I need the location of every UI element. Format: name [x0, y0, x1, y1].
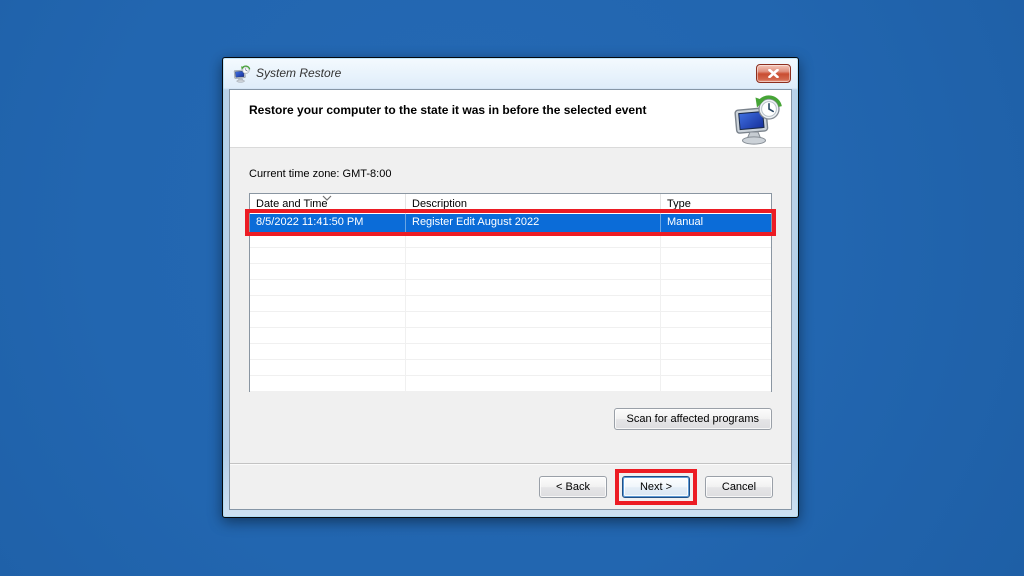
empty-rows [250, 232, 771, 392]
sort-indicator-icon [322, 195, 332, 201]
selected-restore-point-row[interactable]: 8/5/2022 11:41:50 PM Register Edit Augus… [250, 214, 771, 232]
empty-list-row[interactable] [250, 360, 771, 376]
wizard-body: Current time zone: GMT-8:00 Date and Tim… [230, 168, 791, 430]
close-button[interactable] [756, 64, 791, 83]
red-highlight-next-annotation: Next > [615, 469, 697, 505]
scan-affected-programs-button[interactable]: Scan for affected programs [614, 408, 772, 430]
empty-list-row[interactable] [250, 296, 771, 312]
cancel-button[interactable]: Cancel [705, 476, 773, 498]
column-header-type[interactable]: Type [661, 194, 771, 214]
restore-point-date: 8/5/2022 11:41:50 PM [250, 214, 406, 232]
next-button[interactable]: Next > [622, 476, 690, 498]
restore-point-type: Manual [661, 214, 771, 232]
column-header-date-time[interactable]: Date and Time [250, 194, 406, 214]
empty-list-row[interactable] [250, 344, 771, 360]
wizard-header: Restore your computer to the state it wa… [230, 90, 791, 148]
window-title: System Restore [256, 66, 341, 81]
empty-list-row[interactable] [250, 280, 771, 296]
empty-list-row[interactable] [250, 232, 771, 248]
empty-list-row[interactable] [250, 312, 771, 328]
wizard-header-title: Restore your computer to the state it wa… [230, 90, 791, 118]
timezone-label: Current time zone: GMT-8:00 [249, 168, 772, 180]
empty-list-row[interactable] [250, 248, 771, 264]
dialog-client-area: Restore your computer to the state it wa… [229, 89, 792, 510]
desktop: { "window": { "title": "System Restore",… [0, 0, 1024, 576]
restore-points-list[interactable]: Date and Time Description Type 8/5/2022 … [249, 193, 772, 392]
wizard-footer: < Back Next > Cancel [230, 463, 791, 509]
system-restore-dialog: System Restore Restore your computer to … [222, 57, 799, 518]
system-restore-icon [233, 65, 251, 83]
restore-point-description: Register Edit August 2022 [406, 214, 661, 232]
list-header-row: Date and Time Description Type [250, 194, 771, 214]
back-button[interactable]: < Back [539, 476, 607, 498]
empty-list-row[interactable] [250, 264, 771, 280]
empty-list-row[interactable] [250, 376, 771, 392]
scan-button-row: Scan for affected programs [249, 408, 772, 430]
system-restore-large-icon [734, 94, 782, 146]
titlebar[interactable]: System Restore [223, 58, 798, 89]
close-icon [768, 69, 779, 78]
empty-list-row[interactable] [250, 328, 771, 344]
column-header-description[interactable]: Description [406, 194, 661, 214]
